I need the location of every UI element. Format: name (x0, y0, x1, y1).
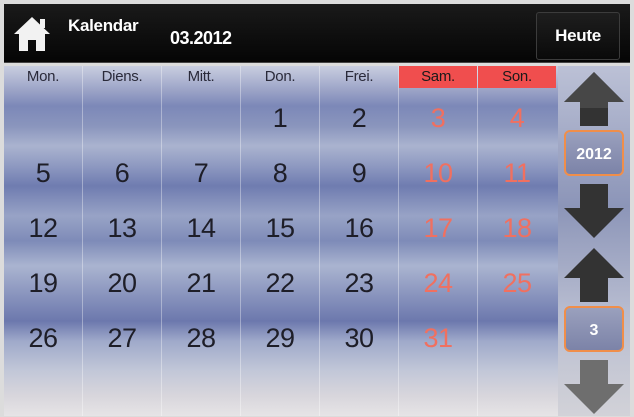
current-month-label: 03.2012 (170, 28, 232, 48)
calendar-app: Kalendar 03.2012 Heute Mon. Diens. Mitt. Do… (0, 0, 634, 417)
app-title: Kalendar (68, 16, 139, 35)
day-cell[interactable]: 7 (162, 145, 240, 201)
weekday-header: Diens. (101, 68, 143, 85)
day-cell[interactable]: 18 (478, 200, 556, 256)
weekday-header: Frei. (344, 68, 374, 85)
day-cell[interactable]: 20 (83, 255, 161, 311)
day-cell (83, 90, 161, 146)
day-cell[interactable]: 26 (4, 310, 82, 366)
arrow-down-icon (564, 184, 624, 238)
day-cell[interactable]: 31 (399, 310, 477, 366)
day-cell (241, 365, 319, 417)
day-cell[interactable]: 28 (162, 310, 240, 366)
day-cell[interactable]: 22 (241, 255, 319, 311)
day-cell (399, 365, 477, 417)
day-cell[interactable]: 19 (4, 255, 82, 311)
year-up-button[interactable] (562, 68, 626, 130)
month-down-button[interactable] (562, 356, 626, 417)
weekday-header: Don. (264, 68, 296, 85)
calendar-grid: Mon. Diens. Mitt. Don. Frei. Sam. Son. 1234567… (4, 66, 558, 416)
day-cell[interactable]: 16 (320, 200, 398, 256)
month-value: 3 (564, 306, 624, 352)
weekday-header: Mitt. (187, 68, 215, 85)
arrow-up-icon (564, 72, 624, 126)
day-cell[interactable]: 5 (4, 145, 82, 201)
day-cell[interactable]: 17 (399, 200, 477, 256)
column-divider (240, 66, 241, 416)
day-cell (162, 365, 240, 417)
day-cell[interactable]: 9 (320, 145, 398, 201)
day-cell (4, 365, 82, 417)
column-divider (398, 66, 399, 416)
day-cell[interactable]: 1 (241, 90, 319, 146)
day-cell[interactable]: 2 (320, 90, 398, 146)
day-cell[interactable]: 15 (241, 200, 319, 256)
today-button[interactable]: Heute (536, 12, 620, 60)
day-cell (478, 365, 556, 417)
day-cell[interactable]: 23 (320, 255, 398, 311)
day-cell[interactable]: 14 (162, 200, 240, 256)
day-cell[interactable]: 4 (478, 90, 556, 146)
day-cell[interactable]: 13 (83, 200, 161, 256)
day-cell[interactable]: 25 (478, 255, 556, 311)
day-cell[interactable]: 10 (399, 145, 477, 201)
column-divider (477, 66, 478, 416)
day-cell (162, 90, 240, 146)
day-cell[interactable]: 6 (83, 145, 161, 201)
day-cell[interactable]: 21 (162, 255, 240, 311)
year-down-button[interactable] (562, 180, 626, 242)
home-button[interactable] (12, 14, 52, 54)
day-cell (320, 365, 398, 417)
top-bar: Kalendar 03.2012 Heute (4, 4, 630, 63)
day-cell[interactable]: 29 (241, 310, 319, 366)
day-cell[interactable]: 27 (83, 310, 161, 366)
day-cell[interactable]: 30 (320, 310, 398, 366)
day-cell (4, 90, 82, 146)
weekday-header: Son. (478, 66, 556, 88)
month-up-button[interactable] (562, 244, 626, 306)
column-divider (319, 66, 320, 416)
column-divider (82, 66, 83, 416)
day-cell (478, 310, 556, 366)
day-cell[interactable]: 8 (241, 145, 319, 201)
day-cell[interactable]: 3 (399, 90, 477, 146)
day-cell (83, 365, 161, 417)
year-value: 2012 (564, 130, 624, 176)
weekday-header: Mon. (26, 68, 60, 85)
arrow-up-icon (564, 248, 624, 302)
weekday-header: Sam. (399, 66, 477, 88)
day-cell[interactable]: 11 (478, 145, 556, 201)
weekday-header-row: Mon. Diens. Mitt. Don. Frei. Sam. Son. (4, 66, 558, 88)
day-cell[interactable]: 24 (399, 255, 477, 311)
date-selector-panel: 2012 3 (558, 66, 630, 416)
arrow-down-icon (564, 360, 624, 414)
day-cell[interactable]: 12 (4, 200, 82, 256)
column-divider (161, 66, 162, 416)
home-icon (14, 17, 50, 51)
